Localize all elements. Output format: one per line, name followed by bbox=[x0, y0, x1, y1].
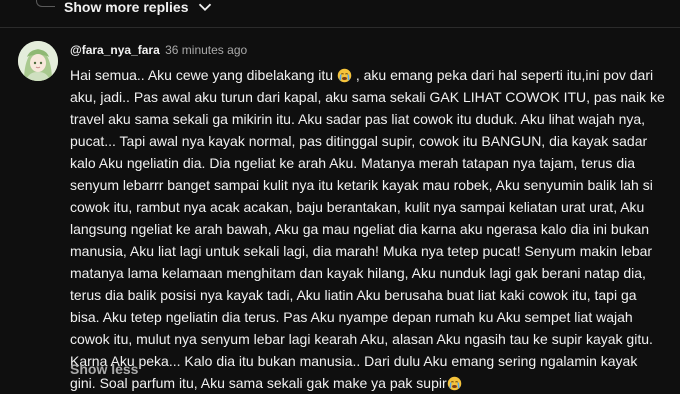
show-less-button[interactable]: Show less bbox=[70, 361, 138, 377]
comment-text: Hai semua.. Aku cewe yang dibelakang itu… bbox=[70, 64, 666, 394]
comment-author[interactable]: @fara_nya_fara bbox=[70, 43, 160, 57]
comment-text-part-2: , aku emang peka dari hal seperti itu,in… bbox=[70, 67, 665, 391]
divider bbox=[0, 27, 680, 28]
crying-face-icon bbox=[447, 376, 461, 391]
crying-face-icon bbox=[337, 68, 352, 83]
avatar-image bbox=[18, 41, 58, 81]
chevron-down-icon bbox=[199, 3, 212, 12]
show-more-replies-button[interactable]: Show more replies bbox=[64, 0, 216, 20]
comment-timestamp[interactable]: 36 minutes ago bbox=[165, 43, 247, 57]
comment-header: @fara_nya_fara 36 minutes ago bbox=[70, 41, 666, 59]
reply-thread-line bbox=[36, 0, 55, 7]
show-more-replies-label: Show more replies bbox=[64, 0, 189, 15]
comment: @fara_nya_fara 36 minutes ago Hai semua.… bbox=[70, 41, 666, 394]
comment-text-part-1: Hai semua.. Aku cewe yang dibelakang itu bbox=[70, 67, 337, 83]
avatar[interactable] bbox=[18, 41, 58, 81]
